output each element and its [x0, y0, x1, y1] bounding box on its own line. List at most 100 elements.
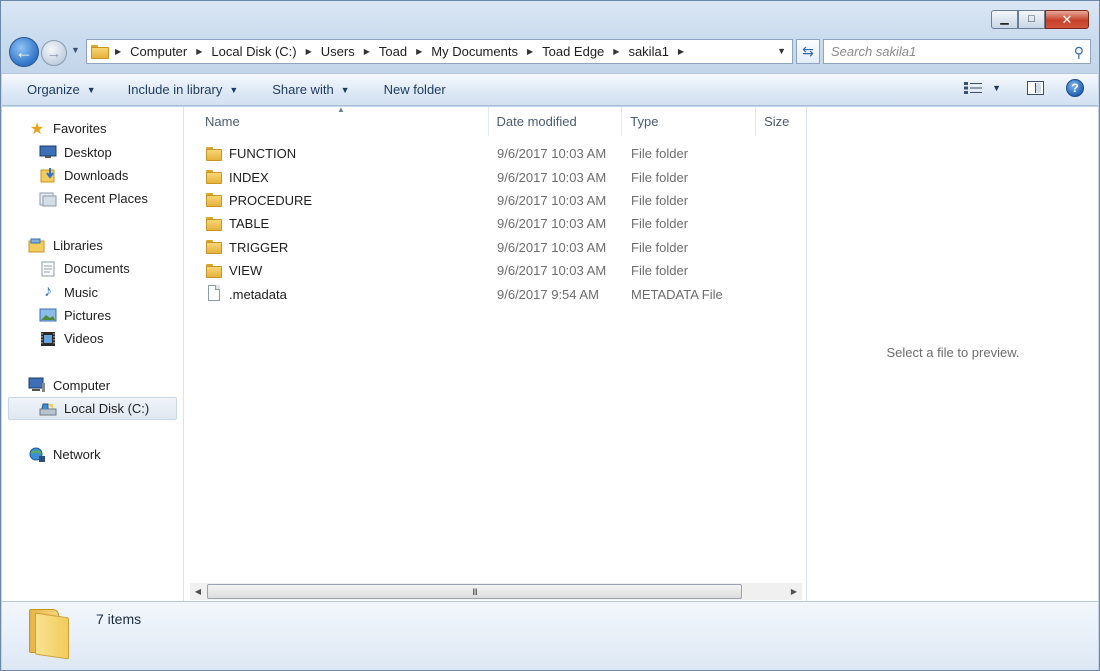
views-icon [964, 82, 983, 94]
search-input[interactable] [831, 44, 1061, 59]
sidebar-item-desktop[interactable]: Desktop [2, 140, 183, 163]
column-header-size[interactable]: Size [756, 107, 806, 136]
refresh-button[interactable]: ⇆ [796, 39, 820, 64]
breadcrumb-separator-icon[interactable]: ▶ [613, 47, 619, 56]
column-label: Size [764, 114, 790, 129]
share-with-button[interactable]: Share with ▼ [261, 82, 360, 97]
forward-button[interactable]: → [41, 40, 67, 66]
back-button[interactable]: ← [9, 37, 39, 67]
column-headers: ▲ Name Date modified Type Size [185, 105, 806, 136]
caption-buttons: ▁ □ ✕ [991, 10, 1089, 29]
file-name: PROCEDURE [229, 192, 313, 208]
sidebar-computer[interactable]: Computer [2, 374, 183, 397]
breadcrumb-item[interactable]: sakila1 [628, 44, 668, 59]
grip-icon: III [472, 586, 477, 597]
folder-icon [29, 609, 71, 660]
cell-type: File folder [631, 216, 689, 232]
cell-name: TRIGGER [185, 240, 489, 255]
sidebar-item-downloads[interactable]: Downloads [2, 164, 183, 187]
cell-date-modified: 9/6/2017 10:03 AM [497, 216, 607, 232]
sidebar-item-local-disk[interactable]: Local Disk (C:) [8, 396, 177, 421]
breadcrumb-separator-icon[interactable]: ▶ [115, 47, 121, 56]
cell-date-modified: 9/6/2017 10:03 AM [497, 192, 607, 208]
column-header-type[interactable]: Type [622, 107, 757, 136]
breadcrumb-separator-icon[interactable]: ▶ [306, 47, 312, 56]
sidebar-item-pictures[interactable]: Pictures [2, 304, 183, 327]
folder-icon [206, 216, 222, 231]
sidebar-item-music[interactable]: ♪ Music [2, 280, 183, 303]
column-label: Name [205, 114, 240, 129]
preview-pane-toggle-icon[interactable] [1027, 81, 1044, 95]
help-icon[interactable]: ? [1066, 79, 1084, 97]
breadcrumb-item[interactable]: My Documents [431, 44, 518, 59]
cell-type: METADATA File [631, 286, 723, 302]
documents-icon [39, 261, 57, 277]
breadcrumb-item[interactable]: Local Disk (C:) [211, 44, 296, 59]
breadcrumb-item[interactable]: Computer [130, 44, 187, 59]
folder-icon [206, 170, 222, 185]
table-row[interactable]: PROCEDURE 9/6/2017 10:03 AM File folder [185, 189, 806, 212]
breadcrumb-separator-icon[interactable]: ▶ [364, 47, 370, 56]
breadcrumb-item[interactable]: Users [321, 44, 355, 59]
horizontal-scrollbar[interactable]: ◀ III ▶ [190, 583, 802, 600]
chevron-down-icon: ▼ [992, 83, 1001, 93]
sort-ascending-icon: ▲ [337, 105, 345, 114]
music-icon: ♪ [44, 283, 52, 301]
organize-button[interactable]: Organize ▼ [16, 82, 107, 97]
cell-name: VIEW [185, 263, 489, 278]
scroll-right-icon[interactable]: ▶ [786, 583, 802, 600]
sidebar-label: Desktop [64, 144, 112, 160]
breadcrumb-separator-icon[interactable]: ▶ [196, 47, 202, 56]
chevron-down-icon: ▼ [86, 84, 96, 95]
folder-icon [206, 240, 222, 255]
cell-date-modified: 9/6/2017 10:03 AM [497, 169, 607, 185]
sidebar-libraries[interactable]: Libraries [2, 234, 183, 257]
cell-date-modified: 9/6/2017 10:03 AM [497, 263, 607, 279]
breadcrumb-item[interactable]: Toad Edge [542, 44, 604, 59]
breadcrumb-separator-icon[interactable]: ▶ [678, 47, 684, 56]
search-box[interactable]: ⚲ [823, 39, 1091, 64]
maximize-button[interactable]: □ [1018, 10, 1045, 29]
sidebar-label: Videos [64, 331, 104, 347]
include-in-library-button[interactable]: Include in library ▼ [117, 82, 250, 97]
sidebar-item-documents[interactable]: Documents [2, 257, 183, 280]
file-rows: FUNCTION 9/6/2017 10:03 AM File folder INDE… [185, 142, 806, 306]
sidebar-label: Downloads [64, 167, 129, 183]
sidebar-item-videos[interactable]: Videos [2, 327, 183, 350]
column-header-date-modified[interactable]: Date modified [489, 107, 623, 136]
main-area: ★ Favorites Desktop Downloads Recent Pla… [2, 105, 1098, 601]
table-row[interactable]: TABLE 9/6/2017 10:03 AM File folder [185, 212, 806, 235]
sidebar-favorites[interactable]: ★ Favorites [2, 117, 183, 140]
navigation-bar: ← → ▼ ▶ Computer ▶ Local Disk (C:) ▶ Users ▶ To… [9, 37, 1091, 67]
new-folder-button[interactable]: New folder [373, 82, 457, 97]
close-button[interactable]: ✕ [1045, 10, 1089, 29]
file-name: TABLE [229, 216, 270, 232]
search-icon[interactable]: ⚲ [1074, 44, 1084, 61]
minimize-button[interactable]: ▁ [991, 10, 1018, 29]
table-row[interactable]: TRIGGER 9/6/2017 10:03 AM File folder [185, 236, 806, 259]
table-row[interactable]: .metadata 9/6/2017 9:54 AM METADATA File [185, 282, 806, 305]
breadcrumb-separator-icon[interactable]: ▶ [416, 47, 422, 56]
table-row[interactable]: FUNCTION 9/6/2017 10:03 AM File folder [185, 142, 806, 165]
breadcrumb-separator-icon[interactable]: ▶ [527, 47, 533, 56]
table-row[interactable]: VIEW 9/6/2017 10:03 AM File folder [185, 259, 806, 282]
organize-label: Organize [27, 82, 80, 97]
breadcrumb-item[interactable]: Toad [379, 44, 407, 59]
column-header-name[interactable]: ▲ Name [185, 105, 489, 136]
sidebar-item-recent-places[interactable]: Recent Places [2, 187, 183, 210]
scroll-left-icon[interactable]: ◀ [190, 583, 206, 600]
cell-type: File folder [631, 239, 689, 255]
sidebar-label: Local Disk (C:) [64, 401, 150, 417]
toolbar-right: ▼ ? [964, 79, 1084, 97]
recent-pages-dropdown-icon[interactable]: ▼ [71, 45, 80, 55]
table-row[interactable]: INDEX 9/6/2017 10:03 AM File folder [185, 165, 806, 188]
change-view-button[interactable]: ▼ [964, 82, 1001, 94]
address-history-dropdown-icon[interactable]: ▼ [777, 46, 786, 56]
file-name: .metadata [229, 286, 287, 302]
scrollbar-thumb[interactable]: III [207, 584, 742, 599]
address-bar[interactable]: ▶ Computer ▶ Local Disk (C:) ▶ Users ▶ Toad ▶ My … [86, 39, 793, 64]
drive-icon [39, 401, 57, 417]
sidebar-network[interactable]: Network [2, 443, 183, 466]
chevron-down-icon: ▼ [340, 84, 350, 95]
sidebar-label: Recent Places [64, 191, 148, 207]
